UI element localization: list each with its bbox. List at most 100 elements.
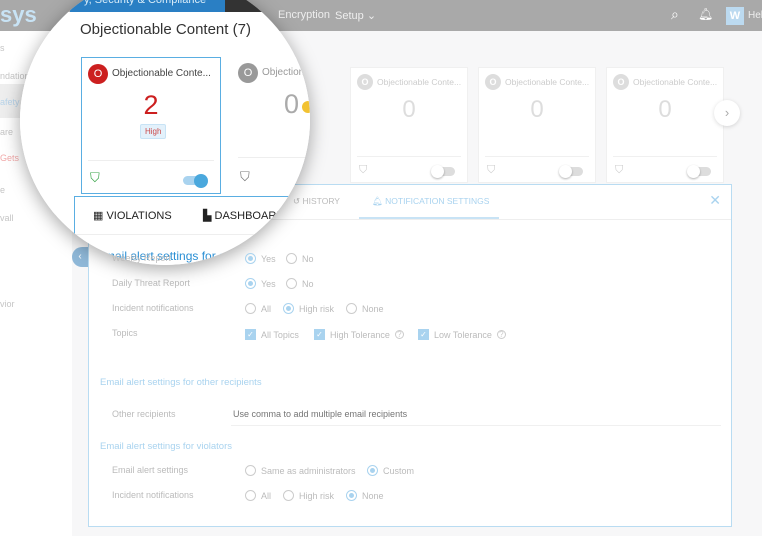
card-badge: O — [357, 74, 373, 90]
policy-card[interactable]: O Objectionable Conte... 0 ⛉ — [350, 67, 468, 183]
policy-card[interactable]: O Objectionable Conte... 0 ⛉ — [232, 57, 310, 187]
card-count: 0 — [284, 89, 300, 119]
radio-all[interactable]: All — [245, 490, 271, 501]
radio-yes[interactable]: Yes — [245, 253, 276, 264]
radio-label: Custom — [383, 465, 415, 476]
radio-label: None — [362, 303, 384, 314]
tab-history-label: HISTORY — [302, 196, 340, 206]
next-arrow-button[interactable]: › — [714, 100, 740, 126]
shield-icon: ⛉ — [615, 164, 624, 176]
tab-history[interactable]: ↺ HISTORY — [293, 196, 340, 207]
nav-setup[interactable]: Setup ⌄ — [335, 9, 376, 22]
card-badge: O — [613, 74, 629, 90]
collapse-arrow-button[interactable]: ‹ — [72, 247, 88, 267]
card-toggle[interactable] — [687, 165, 711, 178]
card-badge: O — [88, 64, 108, 84]
chevron-down-icon: ⌄ — [366, 10, 377, 22]
warning-icon — [302, 101, 310, 113]
radio-yes[interactable]: Yes — [245, 278, 276, 289]
radio-label: Yes — [261, 253, 276, 264]
checkbox-high-tolerance[interactable]: ✓ High Tolerance? — [314, 329, 404, 340]
radio-no[interactable]: No — [286, 253, 314, 264]
sidebar-item-active[interactable]: afety — [0, 84, 55, 118]
notification-panel: ↺ HISTORY 🔔︎ NOTIFICATION SETTINGS ✕ Wee… — [88, 184, 732, 527]
other-recipients-input[interactable] — [231, 402, 721, 426]
shield-icon: ⛉ — [359, 164, 368, 176]
sidebar-item[interactable]: vior — [0, 299, 15, 309]
shield-icon: ⛉ — [240, 169, 250, 184]
checkbox-label: High Tolerance — [330, 329, 390, 340]
checkbox-label: All Topics — [261, 329, 299, 340]
radio-custom[interactable]: Custom — [367, 465, 414, 476]
radio-high-risk[interactable]: High risk — [283, 490, 334, 501]
field-label: Daily Threat Report — [112, 278, 190, 288]
nav-setup-label: Setup — [335, 10, 364, 22]
radio-label: All — [261, 490, 272, 501]
field-label: Email alert settings — [112, 465, 189, 475]
card-badge: O — [238, 63, 258, 83]
policy-card[interactable]: O Objectionable Conte... 0 ⛉ — [606, 67, 724, 183]
close-icon[interactable]: ✕ — [709, 192, 721, 209]
sidebar-item[interactable]: are — [0, 127, 13, 137]
card-count: 0 — [530, 96, 544, 123]
top-header: sys Encryption Setup ⌄ ⌕ 🔔︎ W Hell — [0, 0, 762, 31]
sidebar-item[interactable]: Gets — [0, 153, 19, 163]
field-label: Other recipients — [112, 409, 176, 419]
radio-high-risk[interactable]: High risk — [283, 303, 334, 314]
user-greeting[interactable]: Hell — [748, 10, 762, 21]
field-label: Incident notifications — [112, 490, 194, 500]
card-toggle[interactable] — [431, 165, 455, 178]
sidebar-item[interactable]: ndations — [0, 71, 34, 81]
bell-icon[interactable]: 🔔︎ — [698, 7, 713, 21]
radio-label: All — [261, 303, 272, 314]
radio-same-as-admins[interactable]: Same as administrators — [245, 465, 356, 476]
card-badge: O — [485, 74, 501, 90]
field-label: Weekly Report — [112, 253, 171, 263]
field-label: Topics — [112, 328, 138, 338]
radio-all[interactable]: All — [245, 303, 271, 314]
field-label: Incident notifications — [112, 303, 194, 313]
radio-label: Same as administrators — [261, 465, 356, 476]
radio-label: No — [302, 253, 314, 264]
history-icon: ↺ — [293, 196, 301, 206]
sidebar-item[interactable]: vall — [0, 213, 14, 223]
radio-none[interactable]: None — [346, 490, 384, 501]
card-toggle[interactable] — [559, 165, 583, 178]
severity-badge: High — [140, 124, 167, 139]
search-icon[interactable]: ⌕ — [671, 6, 679, 23]
card-title: Objectionable Conte... — [505, 77, 590, 87]
section-heading: Email alert settings for violators — [100, 441, 232, 452]
card-title: Objectionable Conte... — [633, 77, 718, 87]
checkbox-label: Low Tolerance — [434, 329, 492, 340]
bell-icon: 🔔︎ — [372, 196, 383, 206]
help-icon[interactable]: ? — [394, 330, 404, 339]
radio-label: No — [302, 278, 314, 289]
shield-icon: ⛉ — [487, 164, 496, 176]
radio-label: High risk — [299, 303, 335, 314]
sidebar-item[interactable]: s — [0, 43, 5, 53]
sidebar-item[interactable]: e — [0, 185, 5, 195]
checkbox-all-topics[interactable]: ✓ All Topics — [245, 329, 299, 340]
radio-label: High risk — [299, 490, 335, 501]
policy-card[interactable]: O Objectionable Conte... 0 ⛉ — [478, 67, 596, 183]
card-title: Objectionable Conte... — [262, 67, 310, 78]
tab-notification-settings[interactable]: 🔔︎ NOTIFICATION SETTINGS — [359, 185, 499, 219]
checkbox-low-tolerance[interactable]: ✓ Low Tolerance? — [418, 329, 506, 340]
radio-label: Yes — [261, 278, 276, 289]
sidebar: s ndations afety are Gets e vall vior — [0, 31, 72, 536]
policy-card-selected[interactable]: O Objectionable Conte... 2 High ⛉ — [81, 57, 221, 194]
card-title: Objectionable Conte... — [377, 77, 462, 87]
help-icon[interactable]: ? — [496, 330, 506, 339]
nav-encryption[interactable]: Encryption — [278, 9, 330, 21]
card-count: 0 — [402, 96, 416, 123]
radio-none[interactable]: None — [346, 303, 384, 314]
sidebar-item-label: afety — [0, 97, 20, 107]
card-count: 0 — [658, 96, 672, 123]
card-count: 2 — [143, 90, 159, 120]
logo: sys — [0, 2, 37, 27]
tab-notification-label: NOTIFICATION SETTINGS — [385, 196, 490, 206]
avatar[interactable]: W — [726, 7, 744, 25]
radio-label: None — [362, 490, 384, 501]
card-title: Objectionable Conte... — [112, 68, 211, 79]
radio-no[interactable]: No — [286, 278, 314, 289]
